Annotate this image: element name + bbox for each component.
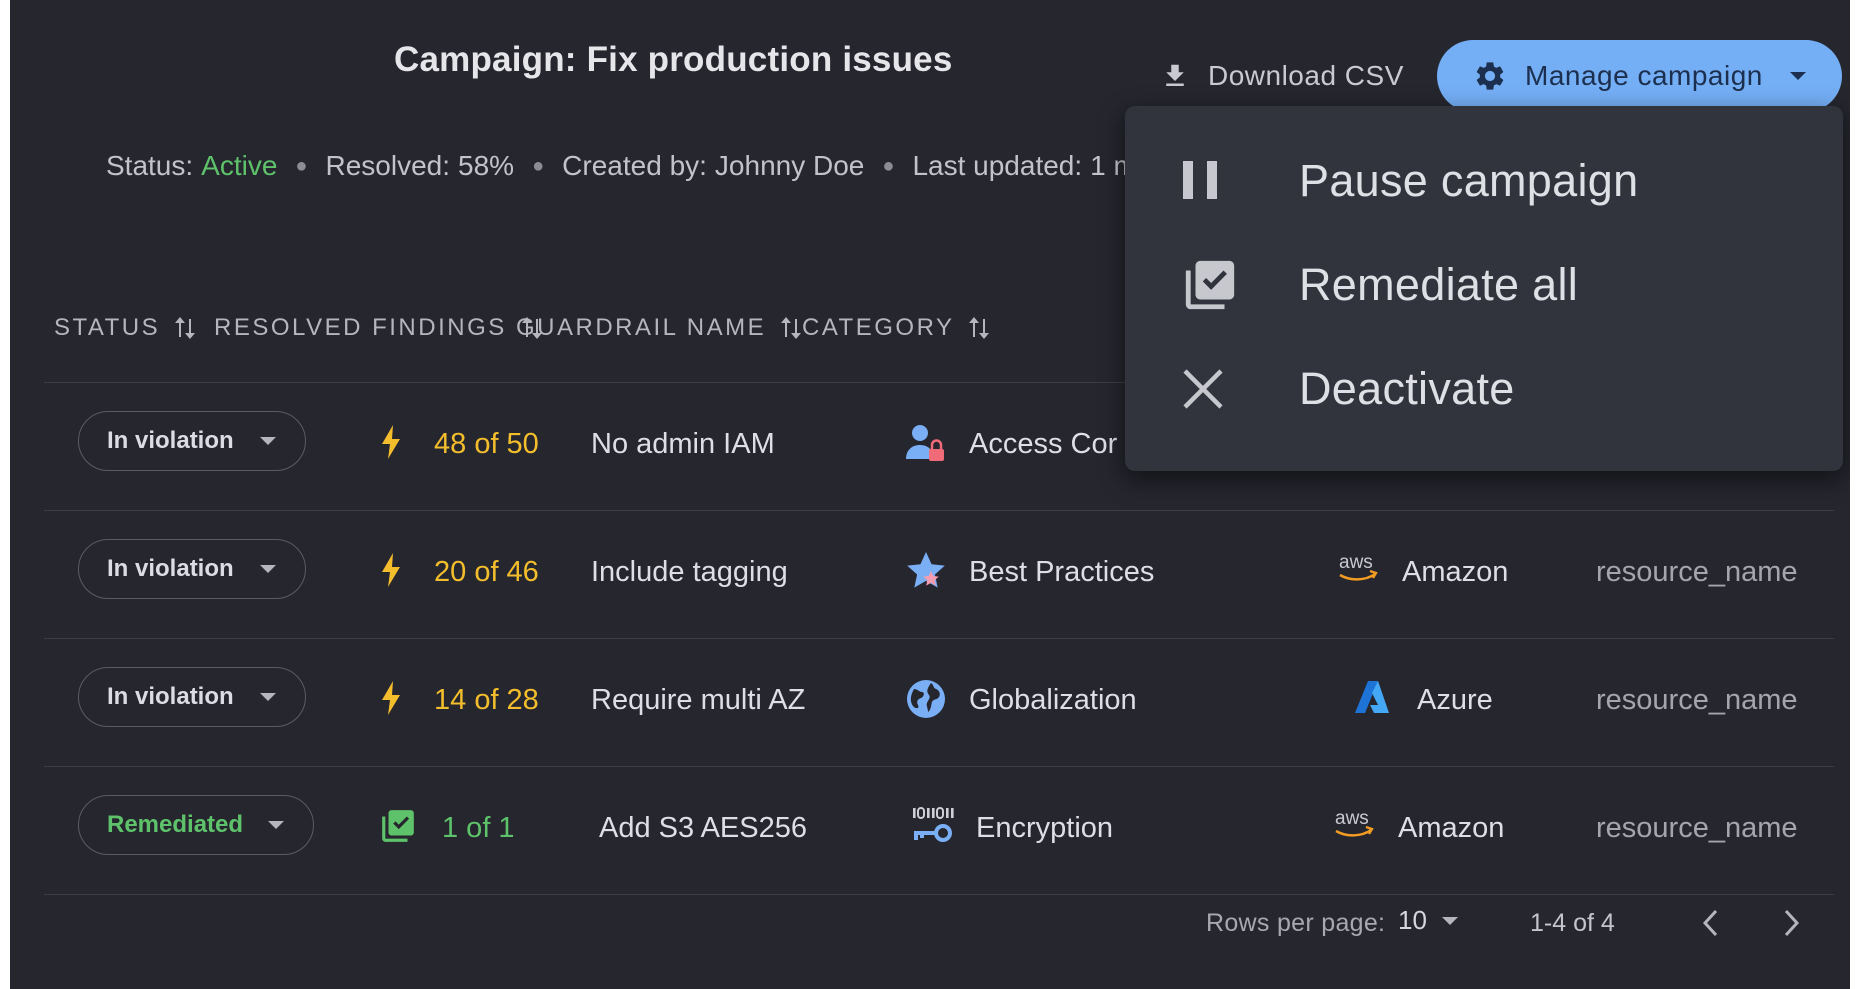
status-select[interactable]: In violation — [78, 539, 306, 599]
manage-campaign-label: Manage campaign — [1525, 60, 1763, 91]
rows-per-page-select[interactable]: 10 — [1398, 905, 1459, 936]
category-name: Access Cor — [969, 428, 1118, 460]
created-by-value: Johnny Doe — [714, 150, 865, 181]
category-name: Best Practices — [969, 556, 1155, 588]
status-select[interactable]: Remediated — [78, 795, 314, 855]
guardrail-name: No admin IAM — [591, 428, 775, 460]
star-icon — [904, 549, 948, 593]
chevron-down-icon — [267, 820, 285, 830]
resource-name: resource_name — [1596, 684, 1798, 716]
resolved-findings: 48 of 50 — [434, 428, 539, 460]
status-select[interactable]: In violation — [78, 667, 306, 727]
aws-logo-icon: aws — [1337, 551, 1379, 585]
status-select[interactable]: In violation — [78, 411, 306, 471]
gear-icon — [1473, 59, 1507, 93]
sort-icon — [781, 317, 802, 339]
provider-name: Amazon — [1398, 812, 1505, 844]
table-row: In violation 14 of 28 Require multi AZ G… — [44, 639, 1834, 767]
column-header-category[interactable]: CATEGORY — [802, 314, 990, 342]
status-value: Active — [201, 150, 278, 181]
previous-page-button[interactable] — [1700, 907, 1722, 939]
category-name: Globalization — [969, 684, 1137, 716]
bolt-icon — [380, 425, 402, 459]
chevron-left-icon — [1702, 909, 1718, 937]
resource-name: resource_name — [1596, 812, 1798, 844]
separator-dot: ● — [532, 154, 545, 177]
resolved-value: 58% — [458, 150, 515, 181]
campaign-panel: Campaign: Fix production issues Download… — [10, 0, 1850, 989]
download-csv-button[interactable]: Download CSV — [1160, 52, 1404, 100]
page-title: Campaign: Fix production issues — [394, 40, 953, 79]
column-header-resolved-findings[interactable]: RESOLVED FINDINGS — [214, 314, 543, 342]
resolved-label: Resolved: — [325, 150, 451, 181]
chevron-down-icon — [1788, 70, 1808, 82]
chevron-down-icon — [259, 436, 277, 446]
guardrail-name: Include tagging — [591, 556, 788, 588]
menu-item-remediate-all[interactable]: Remediate all — [1125, 233, 1843, 337]
bolt-icon — [380, 681, 402, 715]
provider-name: Amazon — [1402, 556, 1509, 588]
binary-key-icon — [910, 805, 954, 849]
separator-dot: ● — [882, 154, 895, 177]
resource-name: resource_name — [1596, 556, 1798, 588]
menu-item-deactivate[interactable]: Deactivate — [1125, 337, 1843, 441]
download-csv-label: Download CSV — [1208, 60, 1404, 91]
guardrail-name: Add S3 AES256 — [599, 812, 807, 844]
chevron-down-icon — [259, 564, 277, 574]
table-row: In violation 20 of 46 Include tagging Be… — [44, 511, 1834, 639]
rows-per-page-label: Rows per page: — [1206, 909, 1386, 937]
sort-icon — [969, 317, 990, 339]
next-page-button[interactable] — [1780, 907, 1802, 939]
status-label: Status: — [106, 150, 194, 181]
svg-text:aws: aws — [1335, 808, 1369, 829]
table-pagination: Rows per page: 10 1-4 of 4 — [10, 895, 1850, 955]
last-updated-label: Last updated: — [912, 150, 1083, 181]
guardrail-name: Require multi AZ — [591, 684, 806, 716]
resolved-findings: 1 of 1 — [442, 812, 515, 844]
chevron-down-icon — [259, 692, 277, 702]
resolved-findings: 14 of 28 — [434, 684, 539, 716]
bolt-icon — [380, 553, 402, 587]
user-lock-icon — [904, 421, 948, 465]
pause-icon — [1181, 159, 1221, 203]
download-icon — [1166, 64, 1184, 86]
category-name: Encryption — [976, 812, 1114, 844]
sort-icon — [175, 317, 196, 339]
globe-icon — [904, 677, 948, 721]
table-row: Remediated 1 of 1 Add S3 AES256 Encrypti… — [44, 767, 1834, 895]
resolved-findings: 20 of 46 — [434, 556, 539, 588]
library-add-check-icon — [379, 807, 417, 845]
library-add-check-icon — [1181, 256, 1239, 314]
chevron-down-icon — [1441, 916, 1458, 925]
pagination-range: 1-4 of 4 — [1530, 909, 1615, 937]
manage-campaign-button[interactable]: Manage campaign — [1437, 40, 1842, 112]
close-icon — [1181, 367, 1225, 411]
aws-logo-icon: aws — [1333, 807, 1375, 841]
provider-name: Azure — [1417, 684, 1493, 716]
svg-text:aws: aws — [1339, 552, 1373, 573]
separator-dot: ● — [295, 154, 308, 177]
column-header-guardrail-name[interactable]: GUARDRAIL NAME — [516, 314, 802, 342]
column-header-status[interactable]: STATUS — [54, 314, 196, 342]
azure-logo-icon — [1354, 679, 1390, 715]
campaign-meta: Status: Active ● Resolved: 58% ● Created… — [106, 150, 1137, 182]
manage-campaign-menu: Pause campaign Remediate all Deactivate — [1125, 106, 1843, 471]
menu-item-pause-campaign[interactable]: Pause campaign — [1125, 129, 1843, 233]
created-by-label: Created by: — [562, 150, 707, 181]
chevron-right-icon — [1784, 909, 1800, 937]
